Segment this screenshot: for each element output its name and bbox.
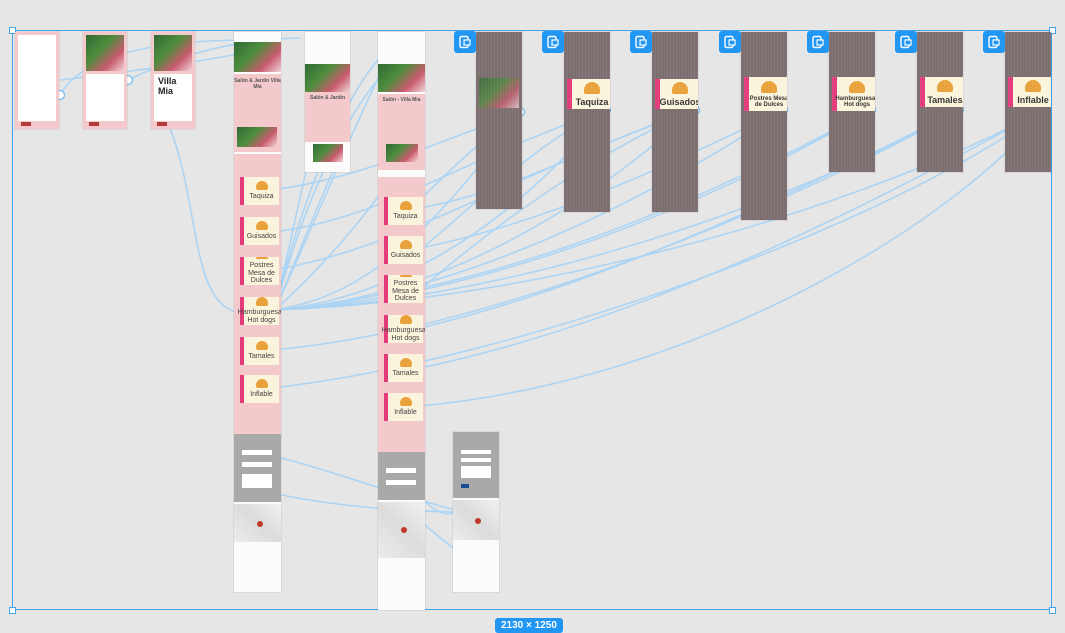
home-hero-image [234, 42, 281, 72]
device-link-icon[interactable] [542, 31, 564, 53]
card-guisados[interactable]: Guisados [240, 217, 279, 245]
device-link-icon[interactable] [807, 31, 829, 53]
device-link-icon[interactable] [719, 31, 741, 53]
m-contact-form[interactable] [378, 452, 425, 500]
overlay-card-taquiza[interactable]: Taquiza [567, 79, 610, 109]
resize-handle-bottom-left[interactable] [9, 607, 16, 614]
artboard-home-long[interactable]: Salón & Jardín Villa Mía Taquiza Guisado… [234, 32, 281, 592]
overlay-card-guisados[interactable]: Guisados [655, 79, 698, 109]
device-link-icon[interactable] [983, 31, 1005, 53]
overlay-gallery-image [479, 78, 519, 108]
overlay-card-inflable[interactable]: Inflable [1008, 77, 1051, 107]
artboard-gallery[interactable]: Salón & Jardín [305, 32, 350, 172]
m-card-taquiza[interactable]: Taquiza [384, 197, 423, 225]
overlay-guisados[interactable]: Guisados [652, 32, 698, 212]
card-inflable[interactable]: Inflable [240, 375, 279, 403]
mobile-thumb [386, 144, 418, 162]
overlay-card-postres[interactable]: Postres Mesa de Dulces [744, 77, 787, 111]
overlay-gallery[interactable] [476, 32, 522, 209]
selection-size-badge: 2130 × 1250 [495, 618, 563, 633]
card-hamburguesas[interactable]: Hamburguesas Hot dogs [238, 297, 281, 325]
home-hero-title: Salón & Jardín Villa Mía [234, 78, 281, 90]
overlay-card-hamburguesas[interactable]: Hamburguesas Hot dogs [832, 77, 875, 111]
overlay-hamburguesas[interactable]: Hamburguesas Hot dogs [829, 32, 875, 172]
device-link-icon[interactable] [895, 31, 917, 53]
artboard-home-mobile[interactable]: Salón - Villa Mía Taquiza Guisados Postr… [378, 32, 425, 610]
overlay-postres[interactable]: Postres Mesa de Dulces [741, 32, 787, 220]
overlay-inflable[interactable]: Inflable [1005, 32, 1051, 172]
m-card-hamburguesas[interactable]: Hamburguesas Hot dogs [382, 315, 425, 343]
m-card-postres[interactable]: Postres Mesa de Dulces [384, 275, 423, 303]
artboard-splash[interactable] [15, 32, 59, 129]
villa-button[interactable] [157, 122, 167, 126]
mobile-hero-title: Salón - Villa Mía [382, 97, 421, 103]
overlay-card-tamales[interactable]: Tamales [920, 77, 963, 107]
device-link-icon[interactable] [630, 31, 652, 53]
contact-form[interactable] [234, 434, 281, 502]
splash-button[interactable] [21, 122, 31, 126]
m-location-map[interactable] [378, 502, 425, 558]
villa-title-2: Mia [158, 86, 174, 96]
card-postres[interactable]: Postres Mesa de Dulces [240, 257, 279, 285]
device-link-icon[interactable] [454, 31, 476, 53]
location-map[interactable] [234, 504, 281, 542]
villa-image [154, 35, 192, 71]
home-gallery-image [237, 127, 277, 147]
artboard-villa[interactable]: Villa Mia [151, 32, 195, 129]
resize-handle-bottom-right[interactable] [1049, 607, 1056, 614]
contact-map[interactable] [453, 500, 499, 540]
gallery-thumb [313, 144, 343, 162]
villa-title-1: Villa [158, 76, 177, 86]
overlay-tamales[interactable]: Tamales [917, 32, 963, 172]
m-card-inflable[interactable]: Inflable [384, 393, 423, 421]
intro-button[interactable] [89, 122, 99, 126]
card-tamales[interactable]: Tamales [240, 337, 279, 365]
artboard-intro[interactable] [83, 32, 127, 129]
overlay-taquiza[interactable]: Taquiza [564, 32, 610, 212]
m-card-tamales[interactable]: Tamales [384, 354, 423, 382]
hero-image [86, 35, 124, 71]
gallery-hero-image [305, 64, 350, 92]
gallery-title: Salón & Jardín [309, 95, 345, 101]
mobile-hero-image [378, 64, 425, 92]
artboard-contact[interactable] [453, 432, 499, 592]
m-card-guisados[interactable]: Guisados [384, 236, 423, 264]
card-taquiza[interactable]: Taquiza [240, 177, 279, 205]
